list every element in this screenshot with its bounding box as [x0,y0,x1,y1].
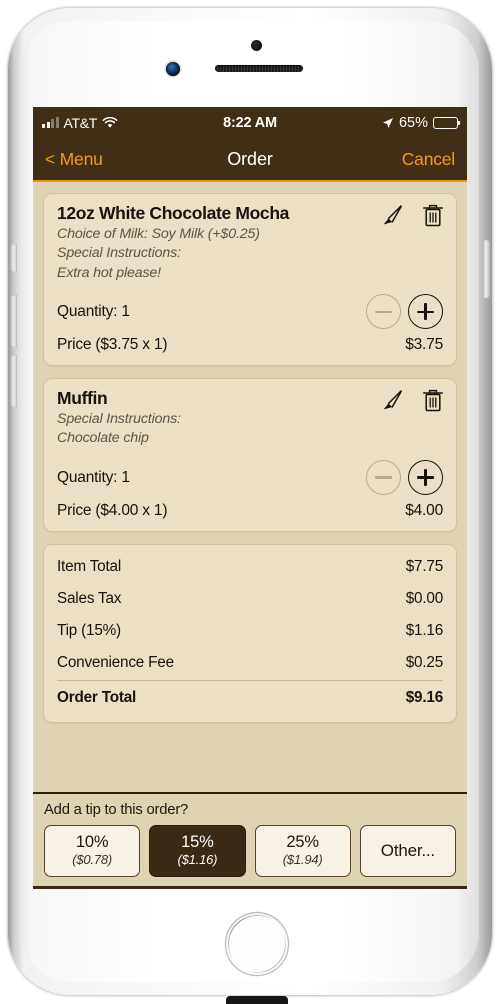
price-row: Price ($4.00 x 1) $4.00 [57,502,443,520]
price-label: Price ($4.00 x 1) [57,501,168,519]
increase-quantity-button[interactable] [408,294,443,330]
decrease-quantity-button[interactable] [366,460,401,496]
volume-down-button[interactable] [10,295,17,347]
trash-icon[interactable] [422,388,444,413]
quantity-stepper [366,294,443,330]
total-label: Tip (15%) [57,621,121,639]
tip-amount-label: ($1.16) [177,852,218,868]
item-action-icons [379,203,444,228]
navigation-bar: < Menu Order Cancel [33,138,467,182]
tip-option-other[interactable]: Other... [359,825,456,877]
proximity-sensor-icon [251,40,262,51]
mute-switch[interactable] [10,244,17,272]
tip-options-row: 10% ($0.78) 15% ($1.16) 25% ($1.94) Othe… [44,825,456,877]
total-label: Item Total [57,557,122,575]
status-bar: AT&T 8:22 AM 65% [33,107,467,138]
item-instructions: Chocolate chip [57,430,149,447]
total-row: Sales Tax $0.00 [57,583,443,615]
order-list-scroll-area[interactable]: 12oz White Chocolate Mocha Choice of Mil… [33,182,467,794]
price-value: $4.00 [405,501,443,519]
quantity-label: Quantity: 1 [57,302,130,320]
tip-amount-label: ($1.94) [282,852,323,868]
tip-prompt-label: Add a tip to this order? [44,802,189,818]
price-label: Price ($3.75 x 1) [57,335,168,353]
home-button[interactable] [226,913,288,975]
order-total-label: Order Total [57,688,137,706]
order-item-card: 12oz White Chocolate Mocha Choice of Mil… [43,193,457,366]
pencil-icon[interactable] [379,388,404,413]
total-value: $7.75 [405,557,443,575]
battery-percent-label: 65% [398,114,428,131]
volume-up-button[interactable] [10,355,17,407]
total-row: Convenience Fee $0.25 [57,647,443,679]
item-instructions-label: Special Instructions: [57,245,181,262]
order-item-card: Muffin Special Instructions: Chocolate c… [43,377,457,532]
battery-icon [433,116,461,129]
tip-percent-label: 10% [75,833,109,852]
total-value: $1.16 [405,621,443,639]
order-total-value: $9.16 [405,688,443,706]
total-value: $0.00 [405,589,443,607]
pencil-icon[interactable] [379,203,404,228]
total-label: Sales Tax [57,589,122,607]
tip-option-15[interactable]: 15% ($1.16) [149,825,246,877]
cancel-button[interactable]: Cancel [402,149,455,170]
tip-option-10[interactable]: 10% ($0.78) [44,825,141,877]
back-to-menu-button[interactable]: < Menu [45,149,103,170]
total-label: Convenience Fee [57,653,174,671]
action-bar: Add More Items Place Order [33,886,467,889]
earpiece-speaker [215,65,303,72]
location-arrow-icon [382,117,394,129]
order-total-row: Order Total $9.16 [57,679,443,714]
tip-percent-label: Other... [380,841,435,861]
price-value: $3.75 [405,335,443,353]
quantity-row: Quantity: 1 [57,460,443,496]
decrease-quantity-button[interactable] [366,294,401,330]
total-value: $0.25 [405,653,443,671]
power-button[interactable] [483,240,490,298]
tip-amount-label: ($0.78) [72,852,113,868]
item-instructions: Extra hot please! [57,264,161,281]
tip-percent-label: 15% [181,833,214,852]
item-action-icons [379,388,444,413]
total-row: Tip (15%) $1.16 [57,615,443,647]
tip-percent-label: 25% [286,833,319,852]
quantity-row: Quantity: 1 [57,294,443,330]
quantity-label: Quantity: 1 [57,468,130,486]
order-totals-card: Item Total $7.75 Sales Tax $0.00 Tip (15… [43,543,457,723]
total-row: Item Total $7.75 [57,551,443,583]
price-row: Price ($3.75 x 1) $3.75 [57,336,443,354]
increase-quantity-button[interactable] [408,460,443,496]
tip-section: Add a tip to this order? 10% ($0.78) 15%… [33,794,467,886]
status-bar-right: 65% [382,114,461,131]
phone-screen: AT&T 8:22 AM 65% < Menu Order Cancel 12o… [33,107,467,889]
trash-icon[interactable] [422,203,444,228]
tip-option-25[interactable]: 25% ($1.94) [254,825,351,877]
front-camera-icon [166,62,180,76]
quantity-stepper [366,460,443,496]
